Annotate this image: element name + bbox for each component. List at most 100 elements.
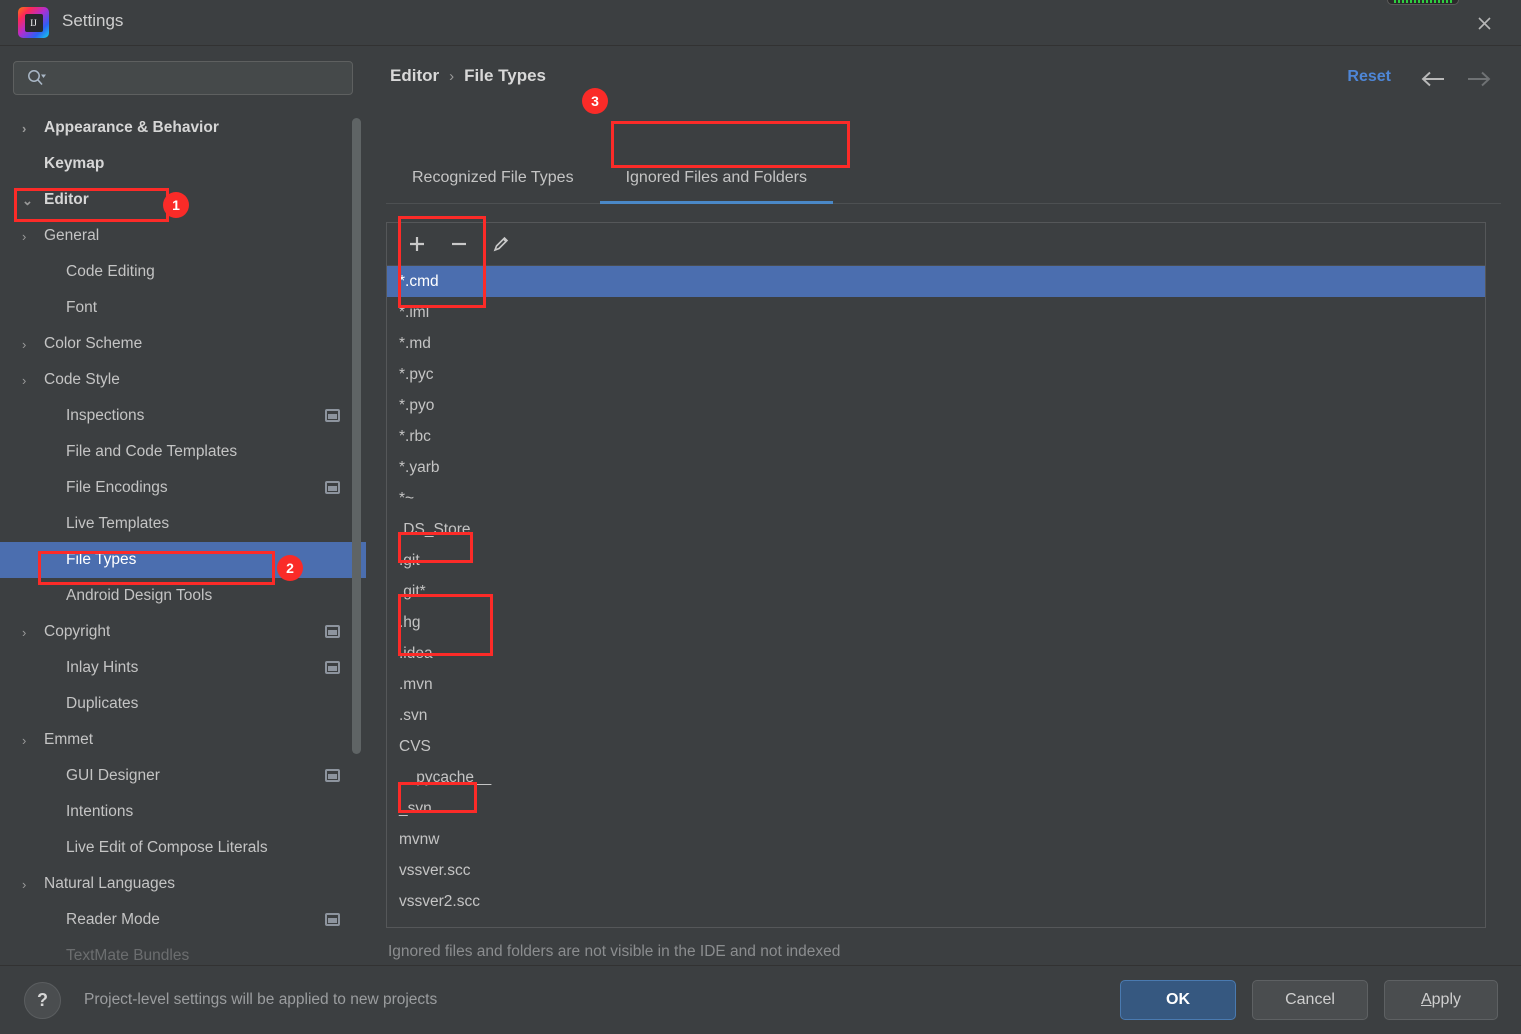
apply-mnemonic: A: [1420, 991, 1432, 1008]
sidebar-item-file-and-code-templates[interactable]: File and Code Templates: [0, 434, 366, 470]
list-item[interactable]: .hg: [387, 607, 1485, 638]
list-item-label: .git*: [399, 582, 426, 600]
list-item-label: *.pyo: [399, 396, 435, 414]
tab-label: Ignored Files and Folders: [625, 168, 808, 186]
sidebar-item-appearance-behavior[interactable]: › Appearance & Behavior: [0, 110, 366, 146]
list-item[interactable]: *.rbc: [387, 421, 1485, 452]
project-level-setting-icon: [325, 913, 340, 926]
ignored-files-panel: *.cmd *.iml *.md *.pyc *.pyo *.rbc *.yarb *~ .DS…: [386, 222, 1486, 928]
list-item[interactable]: *.md: [387, 328, 1485, 359]
tab-ignored-files-and-folders[interactable]: Ignored Files and Folders: [599, 152, 834, 204]
reset-button[interactable]: Reset: [1347, 68, 1391, 86]
sidebar-item-code-style[interactable]: › Code Style: [0, 362, 366, 398]
list-item[interactable]: .svn: [387, 700, 1485, 731]
arrow-left-icon[interactable]: [1419, 66, 1447, 92]
annotation-badge-3: 3: [582, 88, 608, 114]
list-item[interactable]: .idea: [387, 638, 1485, 669]
sidebar-scrollbar-thumb[interactable]: [352, 118, 361, 754]
sidebar-item-reader-mode[interactable]: Reader Mode: [0, 902, 366, 938]
sidebar-item-label: Natural Languages: [44, 875, 175, 892]
sidebar-item-label: Editor: [44, 191, 89, 208]
sidebar-item-label: GUI Designer: [66, 767, 160, 784]
sidebar-item-label: Intentions: [66, 803, 134, 820]
chevron-down-icon[interactable]: ⌄: [22, 194, 44, 207]
sidebar-item-code-editing[interactable]: Code Editing: [0, 254, 366, 290]
breadcrumb-separator-icon: ›: [449, 67, 455, 85]
list-item[interactable]: *.yarb: [387, 452, 1485, 483]
sidebar-item-label: Android Design Tools: [66, 587, 213, 604]
list-item-label: CVS: [399, 737, 431, 755]
list-item[interactable]: .git: [387, 545, 1485, 576]
chevron-right-icon[interactable]: ›: [22, 878, 44, 891]
plus-icon[interactable]: [399, 228, 435, 261]
list-item-label: *.yarb: [399, 458, 440, 476]
list-item[interactable]: CVS: [387, 731, 1485, 762]
list-item[interactable]: .git*: [387, 576, 1485, 607]
sidebar-item-label: Emmet: [44, 731, 94, 748]
apply-button[interactable]: Apply: [1384, 980, 1498, 1020]
sidebar-item-file-encodings[interactable]: File Encodings: [0, 470, 366, 506]
sidebar-item-file-types[interactable]: File Types: [0, 542, 366, 578]
list-item[interactable]: .DS_Store: [387, 514, 1485, 545]
list-item[interactable]: *~: [387, 483, 1485, 514]
window-title: Settings: [62, 11, 124, 30]
list-item[interactable]: *.cmd: [387, 266, 1485, 297]
sidebar-item-intentions[interactable]: Intentions: [0, 794, 366, 830]
sidebar-item-label: Inlay Hints: [66, 659, 139, 676]
chevron-right-icon[interactable]: ›: [22, 338, 44, 351]
list-item[interactable]: vssver2.scc: [387, 886, 1485, 917]
sidebar-item-label: Appearance & Behavior: [44, 119, 219, 136]
list-item[interactable]: *.pyo: [387, 390, 1485, 421]
search-input[interactable]: [46, 70, 352, 86]
pencil-icon[interactable]: [483, 228, 519, 261]
sidebar-item-live-templates[interactable]: Live Templates: [0, 506, 366, 542]
minus-icon[interactable]: [441, 228, 477, 261]
sidebar-item-label: Code Style: [44, 371, 120, 388]
ok-button[interactable]: OK: [1120, 980, 1236, 1020]
chevron-right-icon[interactable]: ›: [22, 734, 44, 747]
sidebar-item-keymap[interactable]: Keymap: [0, 146, 366, 182]
ignored-files-list[interactable]: *.cmd *.iml *.md *.pyc *.pyo *.rbc *.yarb *~ .DS…: [387, 266, 1485, 927]
chevron-right-icon[interactable]: ›: [22, 122, 44, 135]
search-icon: [26, 68, 46, 88]
list-item[interactable]: __pycache__: [387, 762, 1485, 793]
breadcrumb-parent[interactable]: Editor: [390, 66, 439, 86]
list-item[interactable]: *.pyc: [387, 359, 1485, 390]
close-icon[interactable]: [1469, 8, 1499, 38]
search-box[interactable]: [13, 61, 353, 95]
arrow-right-icon[interactable]: [1465, 66, 1493, 92]
sidebar-item-color-scheme[interactable]: › Color Scheme: [0, 326, 366, 362]
list-item[interactable]: .mvn: [387, 669, 1485, 700]
sidebar-item-textmate-bundles[interactable]: TextMate Bundles: [0, 938, 366, 965]
tab-recognized-file-types[interactable]: Recognized File Types: [386, 152, 600, 203]
list-item[interactable]: *.iml: [387, 297, 1485, 328]
chevron-right-icon[interactable]: ›: [22, 626, 44, 639]
help-icon[interactable]: ?: [24, 982, 61, 1019]
list-item[interactable]: _svn: [387, 793, 1485, 824]
sidebar-item-android-design-tools[interactable]: Android Design Tools: [0, 578, 366, 614]
list-item[interactable]: vssver.scc: [387, 855, 1485, 886]
sidebar-item-live-edit-of-compose-literals[interactable]: Live Edit of Compose Literals: [0, 830, 366, 866]
list-item-label: _svn: [399, 799, 432, 817]
list-hint-text: Ignored files and folders are not visibl…: [388, 943, 841, 960]
sidebar-item-general[interactable]: › General: [0, 218, 366, 254]
breadcrumb-current: File Types: [464, 66, 546, 85]
sidebar-item-inspections[interactable]: Inspections: [0, 398, 366, 434]
sidebar-item-copyright[interactable]: › Copyright: [0, 614, 366, 650]
sidebar-item-label: Copyright: [44, 623, 111, 640]
list-toolbar: [387, 223, 1485, 266]
sidebar-item-inlay-hints[interactable]: Inlay Hints: [0, 650, 366, 686]
sidebar-item-font[interactable]: Font: [0, 290, 366, 326]
sidebar-item-natural-languages[interactable]: › Natural Languages: [0, 866, 366, 902]
sidebar-item-duplicates[interactable]: Duplicates: [0, 686, 366, 722]
cancel-button[interactable]: Cancel: [1252, 980, 1368, 1020]
sidebar-item-gui-designer[interactable]: GUI Designer: [0, 758, 366, 794]
sidebar-item-label: Duplicates: [66, 695, 139, 712]
list-item[interactable]: mvnw: [387, 824, 1485, 855]
sidebar-item-label: Reader Mode: [66, 911, 160, 928]
sidebar-item-emmet[interactable]: › Emmet: [0, 722, 366, 758]
sidebar-item-label: File and Code Templates: [66, 443, 238, 460]
chevron-right-icon[interactable]: ›: [22, 230, 44, 243]
chevron-right-icon[interactable]: ›: [22, 374, 44, 387]
list-item-label: __pycache__: [399, 768, 492, 786]
